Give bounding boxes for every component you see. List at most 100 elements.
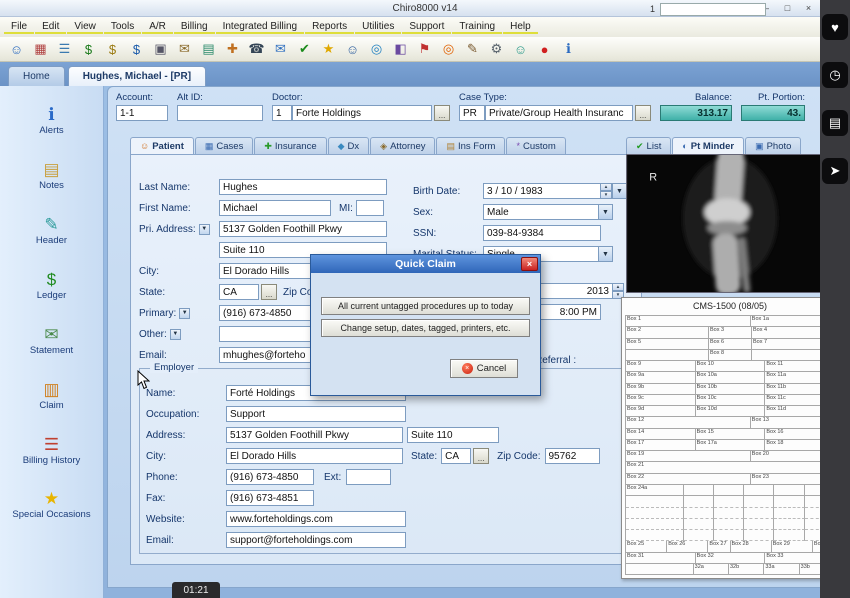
schedule-icon[interactable]: ▦ (30, 39, 51, 60)
menu-item-tools[interactable]: Tools (104, 20, 141, 34)
gear-icon[interactable]: ⚙ (486, 39, 507, 60)
menu-item-view[interactable]: View (67, 20, 103, 34)
send-icon[interactable]: ➤ (822, 158, 848, 184)
menu-item-reports[interactable]: Reports (305, 20, 354, 34)
marital-status-dropdown-icon[interactable]: ▼ (598, 246, 613, 262)
menu-item-billing[interactable]: Billing (174, 20, 215, 34)
billing-dollar-icon[interactable]: $ (78, 39, 99, 60)
employer-address2-field[interactable]: Suite 110 (407, 427, 499, 443)
menu-item-help[interactable]: Help (503, 20, 538, 34)
deposit-dollar-icon[interactable]: $ (126, 39, 147, 60)
last-name-field[interactable]: Hughes (219, 179, 387, 195)
sidebar-item-special-occasions[interactable]: ★Special Occasions (6, 490, 98, 521)
tab-patient-record[interactable]: Hughes, Michael - [PR] (68, 66, 206, 86)
ssn-field[interactable]: 039-84-9384 (483, 225, 601, 241)
doctor-number-field[interactable]: 1 (272, 105, 292, 121)
employer-city-field[interactable]: El Dorado Hills (226, 448, 403, 464)
maximize-button[interactable]: □ (777, 0, 798, 16)
sidebar-item-statement[interactable]: ✉Statement (6, 326, 98, 357)
tab-pt-minder[interactable]: ◐Pt Minder (672, 137, 744, 154)
sidebar-item-billing-history[interactable]: ☰Billing History (6, 436, 98, 467)
birth-date-field[interactable]: 3 / 10 / 1983 (483, 183, 601, 199)
quick-claim-title-bar[interactable]: Quick Claim × (311, 255, 540, 273)
occupation-field[interactable]: Support (226, 406, 406, 422)
menu-item-utilities[interactable]: Utilities (355, 20, 401, 34)
menu-item-file[interactable]: File (4, 20, 34, 34)
sidebar-item-alerts[interactable]: ℹAlerts (6, 106, 98, 137)
record-dot-icon[interactable]: ● (534, 39, 555, 60)
ledger-icon[interactable]: ▤ (198, 39, 219, 60)
case-type-lookup-button[interactable]: ... (635, 105, 651, 121)
tab-home[interactable]: Home (8, 66, 65, 86)
patient-list-icon[interactable]: ☰ (54, 39, 75, 60)
other-phone-dropdown-icon[interactable]: ▼ (170, 329, 181, 340)
employer-state-field[interactable]: CA (441, 448, 471, 464)
tab-insurance[interactable]: ✚Insurance (254, 137, 326, 154)
doctor-name-field[interactable]: Forte Holdings (292, 105, 432, 121)
tab-attorney[interactable]: ◈Attorney (370, 137, 435, 154)
change-setup-button[interactable]: Change setup, dates, tagged, printers, e… (321, 319, 530, 337)
employer-address-field[interactable]: 5137 Golden Foothill Pkwy (226, 427, 403, 443)
cms-1500-preview[interactable]: CMS-1500 (08/05) Box 1Box 1aBox 2Box 3Bo… (621, 297, 839, 579)
sex-dropdown-icon[interactable]: ▼ (598, 204, 613, 220)
account-field[interactable]: 1-1 (116, 105, 168, 121)
group-icon[interactable]: ☺ (510, 39, 531, 60)
payment-dollar-icon[interactable]: $ (102, 39, 123, 60)
state-lookup-button[interactable]: ... (261, 284, 277, 300)
chart-icon[interactable]: ◧ (390, 39, 411, 60)
menu-item-a-r[interactable]: A/R (142, 20, 173, 34)
sidebar-item-ledger[interactable]: $Ledger (6, 271, 98, 302)
star-icon[interactable]: ★ (318, 39, 339, 60)
claim-icon[interactable]: ✚ (222, 39, 243, 60)
check-icon[interactable]: ✔ (294, 39, 315, 60)
tab-patient[interactable]: ☺Patient (130, 137, 194, 154)
tab-dx[interactable]: ◆Dx (328, 137, 370, 154)
birth-date-calendar-button[interactable]: ▼ (612, 183, 627, 199)
tab-photo[interactable]: ▣Photo (745, 137, 801, 154)
menu-item-integrated-billing[interactable]: Integrated Billing (216, 20, 305, 34)
sidebar-item-notes[interactable]: ▤Notes (6, 161, 98, 192)
sidebar-item-header[interactable]: ✎Header (6, 216, 98, 247)
pencil-icon[interactable]: ✎ (462, 39, 483, 60)
phone-icon[interactable]: ☎ (246, 39, 267, 60)
employer-email-field[interactable]: support@forteholdings.com (226, 532, 406, 548)
menu-input[interactable] (660, 3, 766, 16)
history-icon[interactable]: ◷ (822, 62, 848, 88)
close-button[interactable]: × (798, 0, 819, 16)
pri-address-dropdown-icon[interactable]: ▼ (199, 224, 210, 235)
menu-item-edit[interactable]: Edit (35, 20, 66, 34)
first-name-field[interactable]: Michael (219, 200, 331, 216)
person-icon[interactable]: ☺ (342, 39, 363, 60)
doctor-lookup-button[interactable]: ... (434, 105, 450, 121)
case-type-code-field[interactable]: PR (459, 105, 485, 121)
layers-icon[interactable]: ▤ (822, 110, 848, 136)
ext-field[interactable] (346, 469, 391, 485)
print-icon[interactable]: ▣ (150, 39, 171, 60)
website-field[interactable]: www.forteholdings.com (226, 511, 406, 527)
globe-icon[interactable]: ◎ (366, 39, 387, 60)
flag-icon[interactable]: ⚑ (414, 39, 435, 60)
tab-ins-form[interactable]: ▤Ins Form (436, 137, 505, 154)
tab-custom[interactable]: *Custom (506, 137, 565, 154)
mi-field[interactable] (356, 200, 384, 216)
sex-combo[interactable]: Male▼ (483, 204, 613, 220)
dialog-close-button[interactable]: × (521, 257, 538, 271)
statement-icon[interactable]: ✉ (174, 39, 195, 60)
employer-state-lookup-button[interactable]: ... (473, 448, 489, 464)
state-field[interactable]: CA (219, 284, 259, 300)
case-type-name-field[interactable]: Private/Group Health Insuranc (485, 105, 633, 121)
tab-cases[interactable]: ▦Cases (195, 137, 253, 154)
help-icon[interactable]: ℹ (558, 39, 579, 60)
heart-icon[interactable]: ♥ (822, 14, 848, 40)
sidebar-item-claim[interactable]: ▥Claim (6, 381, 98, 412)
cancel-button[interactable]: × Cancel (450, 359, 518, 378)
alt-id-field[interactable] (177, 105, 263, 121)
pri-address-field[interactable]: 5137 Golden Foothill Pkwy (219, 221, 387, 237)
new-patient-icon[interactable]: ☺ (6, 39, 27, 60)
mail-icon[interactable]: ✉ (270, 39, 291, 60)
primary-phone-dropdown-icon[interactable]: ▼ (179, 308, 190, 319)
fax-field[interactable]: (916) 673-4851 (226, 490, 314, 506)
untagged-procedures-button[interactable]: All current untagged procedures up to to… (321, 297, 530, 315)
menu-item-training[interactable]: Training (452, 20, 502, 34)
employer-phone-field[interactable]: (916) 673-4850 (226, 469, 314, 485)
